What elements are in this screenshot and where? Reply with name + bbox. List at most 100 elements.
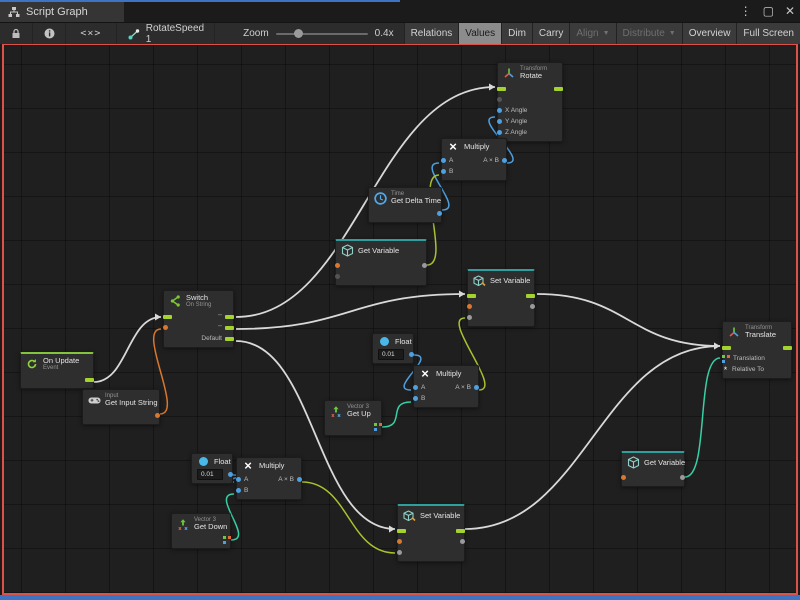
flow-port[interactable] [85,378,94,382]
code-view-label: <×> [80,28,101,39]
float-port[interactable] [441,169,446,174]
toolbar-button-align[interactable]: Align▼ [569,23,615,44]
node-get-variable-1[interactable]: Get Variable [335,239,427,286]
float-port[interactable] [236,477,241,482]
toolbar-button-distribute[interactable]: Distribute▼ [616,23,682,44]
zoom-slider-handle[interactable] [294,29,303,38]
vec3-icon [176,518,190,531]
port-label: "" [218,325,222,331]
toolbar-button-values[interactable]: Values [458,23,501,44]
node-get-down[interactable]: Vector 3Get Down [171,513,231,549]
node-row [336,260,426,271]
node-get-up[interactable]: Vector 3Get Up [324,400,382,436]
flow-port[interactable] [554,87,563,91]
node-translate[interactable]: TransformTranslateTranslation*Relative T… [722,321,792,379]
node-switch-on-string[interactable]: SwitchOn String""""Default [163,290,234,348]
flow-port[interactable] [722,346,731,350]
toolbar-button-full-screen[interactable]: Full Screen [736,23,800,44]
float-port[interactable] [441,158,446,163]
node-on-update[interactable]: On UpdateEvent [20,352,94,389]
flow-port[interactable] [163,315,172,319]
node-set-variable-2[interactable]: Set Variable [397,504,465,562]
toolbar-button-label: Distribute [623,28,665,39]
flow-port[interactable] [497,87,506,91]
node-multiply-3[interactable]: ×MultiplyAA × BB [236,457,302,500]
float-port[interactable] [437,211,442,216]
toolbar-button-label: Values [465,28,495,39]
node-row [498,94,562,105]
vec3-port[interactable] [374,423,382,431]
zoom-value: 0.4x [375,28,394,39]
node-get-delta-time[interactable]: TimeGet Delta Time [368,187,442,223]
value-input[interactable]: 0.01 [197,469,223,480]
flow-port[interactable] [467,294,476,298]
code-view-button[interactable]: <×> [66,23,117,44]
float-port[interactable] [474,385,479,390]
value-port[interactable] [397,550,402,555]
value-input[interactable]: 0.01 [378,349,404,360]
node-multiply-1[interactable]: ×MultiplyAA × BB [441,138,507,181]
breadcrumb[interactable]: RotateSpeed 1 [117,23,215,44]
node-title: Float [395,338,412,346]
node-get-variable-2[interactable]: Get Variable [621,451,685,487]
value-port[interactable] [422,263,427,268]
string-port[interactable] [467,304,472,309]
tab-script-graph[interactable]: Script Graph [0,2,124,22]
lock-button[interactable] [0,23,33,44]
flow-port[interactable] [456,529,465,533]
flow-port[interactable] [783,346,792,350]
maximize-icon[interactable]: ▢ [763,2,774,20]
port-label: A [449,157,453,164]
value-port[interactable] [680,475,685,480]
float-port[interactable] [497,108,502,113]
self-port[interactable] [497,97,502,102]
vec3-port[interactable] [223,536,231,544]
value-port[interactable] [460,539,465,544]
float-port[interactable] [413,396,418,401]
toolbar-button-relations[interactable]: Relations [404,23,459,44]
string-port[interactable] [621,475,626,480]
node-set-variable-1[interactable]: Set Variable [467,269,535,327]
window-menu-icon[interactable]: ⋮ [740,2,752,20]
flow-port[interactable] [225,326,234,330]
float-port[interactable] [497,130,502,135]
float-port[interactable] [502,158,507,163]
self-port[interactable] [335,274,340,279]
flow-port[interactable] [526,294,535,298]
vec3-port[interactable] [722,355,730,363]
node-get-input-string[interactable]: InputGet Input String [82,389,160,425]
port-label: Y Angle [505,118,527,125]
float-port[interactable] [413,385,418,390]
node-title: Get Variable [358,247,399,255]
toolbar-button-overview[interactable]: Overview [682,23,737,44]
float-port[interactable] [409,352,414,357]
float-port[interactable] [297,477,302,482]
float-port[interactable] [228,472,233,477]
zoom-slider-track[interactable] [276,33,368,35]
string-port[interactable] [397,539,402,544]
toolbar-button-carry[interactable]: Carry [532,23,569,44]
flow-port[interactable] [397,529,406,533]
node-multiply-2[interactable]: ×MultiplyAA × BB [413,365,479,408]
value-port[interactable] [467,315,472,320]
cubepen-icon [402,509,416,522]
float-port[interactable] [497,119,502,124]
flow-port[interactable] [225,315,234,319]
float-port[interactable] [236,488,241,493]
close-icon[interactable]: ✕ [785,2,795,20]
toolbar-button-label: Overview [689,28,731,39]
string-port[interactable] [155,413,160,418]
string-port[interactable] [335,263,340,268]
flow-port[interactable] [225,337,234,341]
string-port[interactable] [163,325,168,330]
node-rotate[interactable]: TransformRotateX AngleY AngleZ Angle [497,62,563,142]
node-row [622,472,684,483]
star-port[interactable]: * [722,367,729,373]
toolbar-button-dim[interactable]: Dim [501,23,532,44]
cube-icon [340,244,354,257]
node-float-1[interactable]: Float 0.01 [372,333,414,364]
value-port[interactable] [530,304,535,309]
node-float-2[interactable]: Float0.01 [191,453,233,484]
info-button[interactable] [33,23,66,44]
circle-icon [377,337,391,346]
